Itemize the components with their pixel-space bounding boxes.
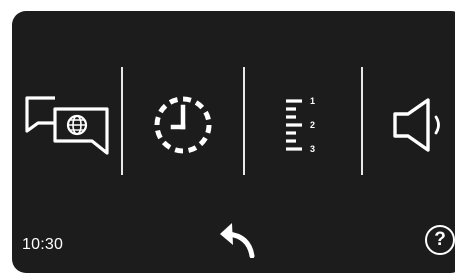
clock-icon [154,96,212,154]
language-icon [25,96,109,155]
help-button[interactable]: ? [425,225,455,255]
numbered-list-button[interactable]: 1 2 3 [246,71,360,179]
back-arrow-icon [220,223,255,258]
time-display: 10:30 [22,236,64,253]
list-number-2: 2 [310,120,315,130]
divider-2 [243,67,245,175]
help-icon: ? [434,229,446,250]
list-number-3: 3 [310,144,315,154]
divider-3 [361,67,363,175]
clock-settings-button[interactable] [124,71,242,179]
device-screen: 1 2 3 10:30 ? [0,0,455,273]
back-button[interactable] [212,215,262,261]
list-number-1: 1 [310,96,315,106]
control-panel: 1 2 3 10:30 ? [12,11,455,273]
list-numbered-icon: 1 2 3 [286,96,315,154]
speaker-icon [393,98,440,152]
language-settings-button[interactable] [14,71,120,179]
volume-settings-button[interactable] [364,71,455,179]
divider-1 [121,67,123,175]
